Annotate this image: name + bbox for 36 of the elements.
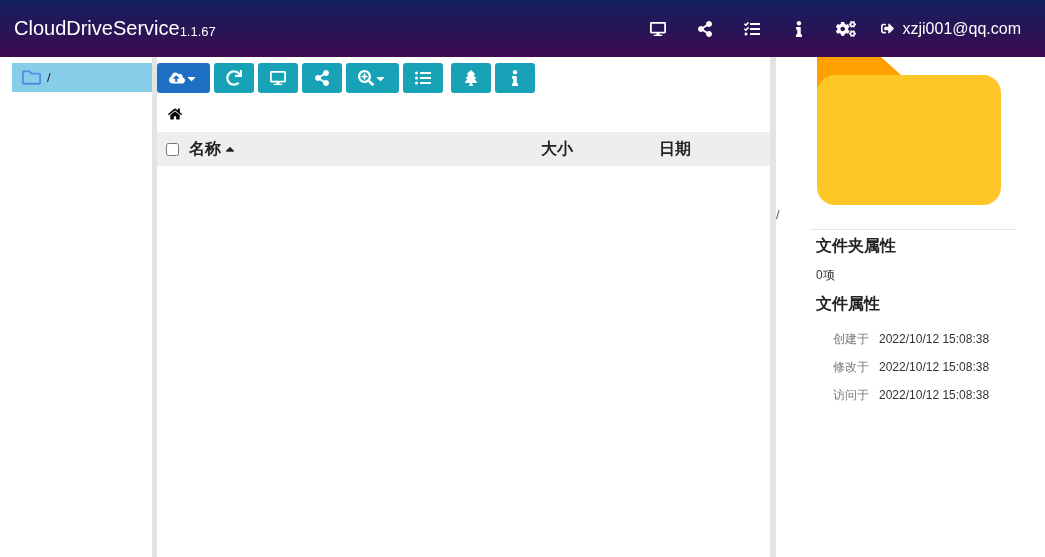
- version-label: 1.1.67: [179, 23, 216, 39]
- refresh-icon: [226, 70, 242, 86]
- share-icon: [314, 70, 330, 86]
- monitor-icon: [270, 70, 286, 86]
- zoom-button[interactable]: [346, 63, 399, 93]
- section-heading: 文件属性: [816, 294, 881, 314]
- item-count: 0项: [816, 267, 836, 284]
- property-label: 修改于: [833, 358, 869, 376]
- column-header[interactable]: 日期: [659, 138, 691, 160]
- folder-path: /: [776, 207, 780, 222]
- property-value: 2022/10/12 15:08:38: [879, 332, 990, 346]
- cloud-upload-icon: [169, 70, 185, 86]
- column-header[interactable]: 大小: [541, 138, 573, 160]
- folder-tree-item[interactable]: /: [12, 63, 152, 92]
- tree-icon: [463, 70, 479, 86]
- info-button[interactable]: [495, 63, 535, 93]
- upload-button[interactable]: [157, 63, 210, 93]
- select-all-checkbox[interactable]: [166, 142, 179, 156]
- folder-icon: [22, 68, 41, 87]
- column-header[interactable]: 名称: [189, 138, 237, 160]
- tree-button[interactable]: [451, 63, 491, 93]
- sign-out-icon: [881, 22, 895, 35]
- list-button[interactable]: [403, 63, 443, 93]
- monitor-button[interactable]: [258, 63, 298, 93]
- list-icon: [415, 70, 431, 86]
- property-label: 访问于: [833, 386, 869, 404]
- section-heading: 文件夹属性: [816, 236, 897, 256]
- app-title: CloudDriveService: [14, 17, 180, 40]
- share-button[interactable]: [302, 63, 342, 93]
- refresh-button[interactable]: [214, 63, 254, 93]
- zoom-in-icon: [358, 70, 374, 86]
- property-label: 创建于: [833, 330, 869, 348]
- user-link[interactable]: xzji001@qq.com: [881, 19, 1021, 38]
- home-icon[interactable]: [168, 107, 182, 121]
- property-value: 2022/10/12 15:08:38: [879, 360, 990, 374]
- property-value: 2022/10/12 15:08:38: [879, 388, 990, 402]
